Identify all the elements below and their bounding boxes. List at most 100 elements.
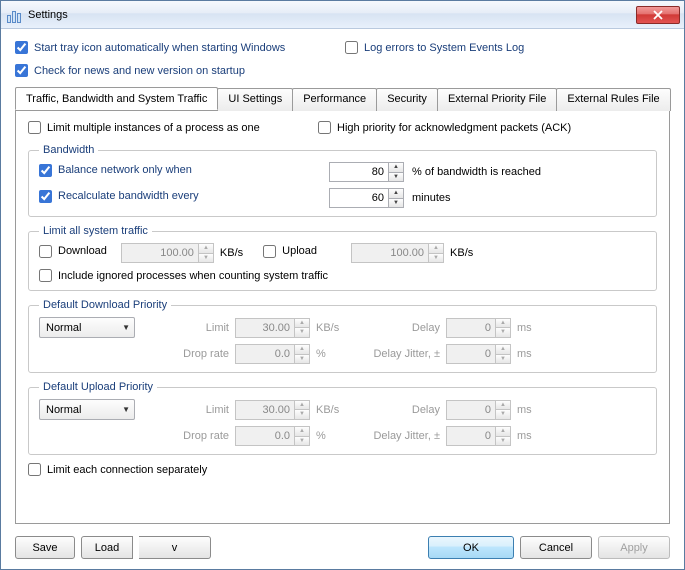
check-balance-network-input[interactable] [39, 164, 52, 177]
dl-delay-ms: ms [517, 322, 551, 334]
check-upload-label: Upload [282, 245, 317, 257]
ul-drop-pct: % [316, 430, 350, 442]
check-log-errors-input[interactable] [345, 41, 358, 54]
dl-drop-pct: % [316, 348, 350, 360]
check-limit-multiple-input[interactable] [28, 121, 41, 134]
check-include-ignored[interactable]: Include ignored processes when counting … [39, 269, 646, 282]
check-balance-network-label: Balance network only when [58, 164, 192, 176]
check-download-label: Download [58, 245, 107, 257]
legend-bandwidth: Bandwidth [39, 144, 98, 156]
ul-delay-field [446, 400, 496, 420]
check-include-ignored-input[interactable] [39, 269, 52, 282]
upload-unit-label: KB/s [450, 247, 473, 259]
ul-delay-input [449, 404, 493, 416]
close-button[interactable] [636, 6, 680, 24]
apply-button[interactable]: Apply [598, 536, 670, 559]
load-button[interactable]: Load [81, 536, 133, 559]
tabs: Traffic, Bandwidth and System Traffic UI… [15, 87, 670, 110]
check-recalc[interactable]: Recalculate bandwidth every [39, 190, 199, 203]
content-area: Start tray icon automatically when start… [1, 29, 684, 569]
ul-drop-field [235, 426, 295, 446]
download-spin: ▲▼ [199, 243, 214, 263]
dl-limit-field [235, 318, 295, 338]
check-log-errors-label: Log errors to System Events Log [364, 42, 524, 54]
recalc-spin[interactable]: ▲▼ [389, 188, 404, 208]
check-recalc-input[interactable] [39, 190, 52, 203]
tab-panel-traffic: Limit multiple instances of a process as… [15, 110, 670, 524]
upload-priority-dropdown[interactable]: Normal ▼ [39, 399, 135, 420]
download-value-field [121, 243, 199, 263]
ul-jitter-label: Delay Jitter, ± [350, 430, 440, 442]
ul-limit-input [238, 404, 292, 416]
check-high-priority-ack-input[interactable] [318, 121, 331, 134]
footer: Save Load v OK Cancel Apply [15, 524, 670, 559]
check-start-tray-input[interactable] [15, 41, 28, 54]
check-upload-input[interactable] [263, 245, 276, 258]
ul-drop-label: Drop rate [159, 430, 229, 442]
check-balance-network[interactable]: Balance network only when [39, 164, 192, 177]
dl-jitter-label: Delay Jitter, ± [350, 348, 440, 360]
dl-limit-spin: ▲▼ [295, 318, 310, 338]
dl-limit-unit: KB/s [316, 322, 350, 334]
legend-download-priority: Default Download Priority [39, 299, 171, 311]
fieldset-upload-priority: Default Upload Priority Normal ▼ Limit ▲… [28, 381, 657, 455]
chevron-down-icon: ▼ [122, 405, 130, 414]
dl-drop-spin: ▲▼ [295, 344, 310, 364]
download-priority-value: Normal [46, 322, 122, 334]
app-icon [7, 7, 23, 23]
dl-limit-label: Limit [159, 322, 229, 334]
dl-delay-field [446, 318, 496, 338]
balance-value-field[interactable] [329, 162, 389, 182]
dl-delay-spin: ▲▼ [496, 318, 511, 338]
tab-performance[interactable]: Performance [292, 88, 377, 111]
check-limit-multiple-label: Limit multiple instances of a process as… [47, 122, 260, 134]
recalc-value-input[interactable] [332, 192, 386, 204]
tab-security[interactable]: Security [376, 88, 438, 111]
ul-limit-spin: ▲▼ [295, 400, 310, 420]
upload-value-input [354, 247, 426, 259]
check-start-tray-label: Start tray icon automatically when start… [34, 42, 285, 54]
dl-delay-label: Delay [350, 322, 440, 334]
titlebar: Settings [1, 1, 684, 29]
balance-value-input[interactable] [332, 166, 386, 178]
check-download[interactable]: Download [39, 245, 107, 258]
check-recalc-label: Recalculate bandwidth every [58, 190, 199, 202]
check-limit-each-conn-input[interactable] [28, 463, 41, 476]
cancel-button[interactable]: Cancel [520, 536, 592, 559]
download-priority-dropdown[interactable]: Normal ▼ [39, 317, 135, 338]
ul-limit-unit: KB/s [316, 404, 350, 416]
upload-value-field [351, 243, 429, 263]
ul-delay-spin: ▲▼ [496, 400, 511, 420]
tab-external-priority[interactable]: External Priority File [437, 88, 557, 111]
check-log-errors[interactable]: Log errors to System Events Log [345, 41, 524, 54]
window-title: Settings [28, 9, 68, 21]
balance-spin[interactable]: ▲▼ [389, 162, 404, 182]
legend-system-traffic: Limit all system traffic [39, 225, 152, 237]
chevron-down-icon: ▼ [122, 323, 130, 332]
tab-traffic[interactable]: Traffic, Bandwidth and System Traffic [15, 87, 218, 110]
check-limit-multiple[interactable]: Limit multiple instances of a process as… [28, 121, 260, 134]
ul-jitter-input [449, 430, 493, 442]
check-upload[interactable]: Upload [263, 245, 317, 258]
download-value-input [124, 247, 196, 259]
tab-external-rules[interactable]: External Rules File [556, 88, 670, 111]
check-news-input[interactable] [15, 64, 28, 77]
check-limit-each-conn[interactable]: Limit each connection separately [28, 463, 657, 476]
check-download-input[interactable] [39, 245, 52, 258]
dl-drop-input [238, 348, 292, 360]
ok-button[interactable]: OK [428, 536, 514, 559]
ul-drop-spin: ▲▼ [295, 426, 310, 446]
dl-delay-input [449, 322, 493, 334]
load-dropdown-button[interactable]: v [139, 536, 211, 559]
save-button[interactable]: Save [15, 536, 75, 559]
recalc-value-field[interactable] [329, 188, 389, 208]
check-high-priority-ack-label: High priority for acknowledgment packets… [337, 122, 571, 134]
check-news-label: Check for news and new version on startu… [34, 65, 245, 77]
check-start-tray[interactable]: Start tray icon automatically when start… [15, 41, 345, 54]
check-news[interactable]: Check for news and new version on startu… [15, 64, 670, 77]
fieldset-system-traffic: Limit all system traffic Download ▲▼ KB/… [28, 225, 657, 291]
tab-ui-settings[interactable]: UI Settings [217, 88, 293, 111]
dl-jitter-input [449, 348, 493, 360]
check-high-priority-ack[interactable]: High priority for acknowledgment packets… [318, 121, 571, 134]
settings-window: Settings Start tray icon automatically w… [0, 0, 685, 570]
